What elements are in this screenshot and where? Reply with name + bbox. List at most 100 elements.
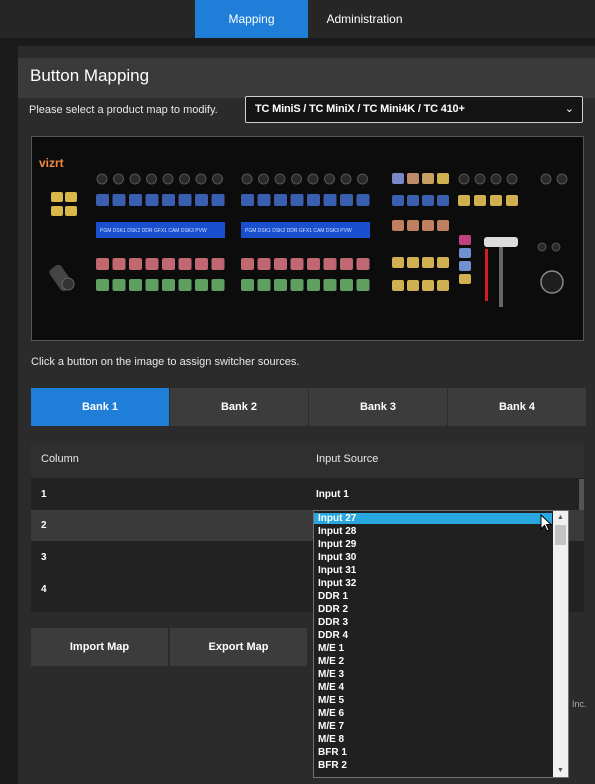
panel-button xyxy=(112,279,126,291)
source-labels-text: PGM DSK1 DSK2 DDR GFX1 CAM DSK3 PVW xyxy=(100,228,207,234)
dropdown-option[interactable]: DDR 2 xyxy=(314,604,552,615)
panel-knob xyxy=(490,173,502,185)
dropdown-option[interactable]: DDR 3 xyxy=(314,617,552,628)
import-map-button[interactable]: Import Map xyxy=(31,628,168,666)
dropdown-option[interactable]: M/E 4 xyxy=(314,682,552,693)
dropdown-option[interactable]: DDR 4 xyxy=(314,630,552,641)
panel-button xyxy=(340,194,353,206)
dropdown-option[interactable]: Input 29 xyxy=(314,539,552,550)
panel-button xyxy=(356,194,370,206)
knob-icon xyxy=(540,270,564,294)
mouse-cursor-icon xyxy=(540,514,553,532)
panel-button xyxy=(407,280,419,291)
dropdown-option[interactable]: Input 31 xyxy=(314,565,552,576)
panel-button xyxy=(162,194,175,206)
panel-button xyxy=(437,195,449,206)
product-select-label: Please select a product map to modify. xyxy=(29,104,218,116)
panel-button xyxy=(96,279,109,291)
panel-button xyxy=(274,194,287,206)
panel-knob xyxy=(556,173,568,185)
panel-button xyxy=(307,279,320,291)
panel-knob xyxy=(340,173,352,185)
panel-button xyxy=(422,257,434,268)
panel-knob xyxy=(129,173,141,185)
panel-knob xyxy=(540,173,552,185)
scroll-thumb[interactable] xyxy=(555,525,566,545)
panel-knob xyxy=(458,173,470,185)
panel-knob xyxy=(195,173,207,185)
tab-bank-3[interactable]: Bank 3 xyxy=(309,388,447,426)
panel-button xyxy=(407,220,419,231)
tab-mapping[interactable]: Mapping xyxy=(195,0,308,38)
panel-knob xyxy=(506,173,518,185)
dropdown-option[interactable]: DDR 1 xyxy=(314,591,552,602)
panel-button xyxy=(474,195,486,206)
input-source-header: Input Source xyxy=(316,453,379,465)
product-select-value: TC MiniS / TC MiniX / TC Mini4K / TC 410… xyxy=(255,103,465,115)
dropdown-option[interactable]: M/E 8 xyxy=(314,734,552,745)
table-scrollbar[interactable] xyxy=(579,479,584,510)
dropdown-option[interactable]: M/E 7 xyxy=(314,721,552,732)
dropdown-option[interactable]: Input 28 xyxy=(314,526,552,537)
panel-button xyxy=(241,279,254,291)
dropdown-option[interactable]: M/E 2 xyxy=(314,656,552,667)
panel-button xyxy=(340,258,353,270)
panel-knob xyxy=(307,173,319,185)
dropdown-option[interactable]: M/E 3 xyxy=(314,669,552,680)
panel-knob xyxy=(291,173,302,185)
tab-administration[interactable]: Administration xyxy=(308,0,421,38)
panel-button xyxy=(340,279,353,291)
panel-button xyxy=(407,195,419,206)
panel-knob xyxy=(96,173,108,185)
panel-button xyxy=(129,258,142,270)
panel-button xyxy=(195,279,208,291)
panel-button xyxy=(274,279,287,291)
copyright-text: Inc. xyxy=(572,699,587,709)
panel-knob xyxy=(357,173,368,185)
panel-button xyxy=(422,220,434,231)
tbar-handle-icon xyxy=(484,237,518,247)
panel-button xyxy=(422,173,434,184)
dropdown-option[interactable]: M/E 1 xyxy=(314,643,552,654)
panel-knob xyxy=(179,173,190,185)
panel-button xyxy=(459,235,471,245)
export-map-button[interactable]: Export Map xyxy=(170,628,307,666)
input-source-value[interactable]: Input 1 xyxy=(316,489,349,500)
panel-button xyxy=(112,258,126,270)
dropdown-option[interactable]: M/E 6 xyxy=(314,708,552,719)
dropdown-option[interactable]: BFR 1 xyxy=(314,747,552,758)
panel-knob xyxy=(274,173,286,185)
panel-knob xyxy=(146,173,157,185)
dropdown-option[interactable]: Input 27 xyxy=(314,513,552,524)
switcher-panel-image[interactable]: vizrt PGM DSK1 DSK2 DDR GFX1 CAM DSK3 PV… xyxy=(31,136,584,341)
panel-button xyxy=(178,258,192,270)
dropdown-scrollbar[interactable]: ▲ ▼ xyxy=(553,511,568,777)
dropdown-option[interactable]: Input 32 xyxy=(314,578,552,589)
panel-button xyxy=(407,173,419,184)
dropdown-option[interactable]: BFR 2 xyxy=(314,760,552,771)
vizrt-logo: vizrt xyxy=(39,156,64,170)
table-row[interactable]: 1 Input 1 xyxy=(31,479,584,510)
table-header: Column Input Source xyxy=(31,441,584,478)
panel-knob xyxy=(537,242,547,252)
tab-bank-4[interactable]: Bank 4 xyxy=(448,388,586,426)
panel-button xyxy=(422,195,434,206)
tab-bank-2[interactable]: Bank 2 xyxy=(170,388,308,426)
column-number: 1 xyxy=(41,489,47,500)
chevron-down-icon: ⌄ xyxy=(564,103,574,115)
scroll-down-icon[interactable]: ▼ xyxy=(557,767,564,774)
panel-button xyxy=(51,192,63,202)
panel-button xyxy=(65,192,77,202)
dropdown-option[interactable]: M/E 5 xyxy=(314,695,552,706)
tab-bank-1[interactable]: Bank 1 xyxy=(31,388,169,426)
panel-button xyxy=(437,173,449,184)
panel-button xyxy=(241,258,254,270)
panel-button xyxy=(129,279,142,291)
panel-button xyxy=(392,280,404,291)
input-source-dropdown[interactable]: Input 27 Input 28 Input 29 Input 30 Input 31… xyxy=(313,510,569,778)
scroll-up-icon[interactable]: ▲ xyxy=(557,514,564,521)
panel-button xyxy=(178,279,192,291)
dropdown-option[interactable]: Input 30 xyxy=(314,552,552,563)
panel-button xyxy=(422,280,434,291)
product-select[interactable]: TC MiniS / TC MiniX / TC Mini4K / TC 410… xyxy=(245,96,583,123)
